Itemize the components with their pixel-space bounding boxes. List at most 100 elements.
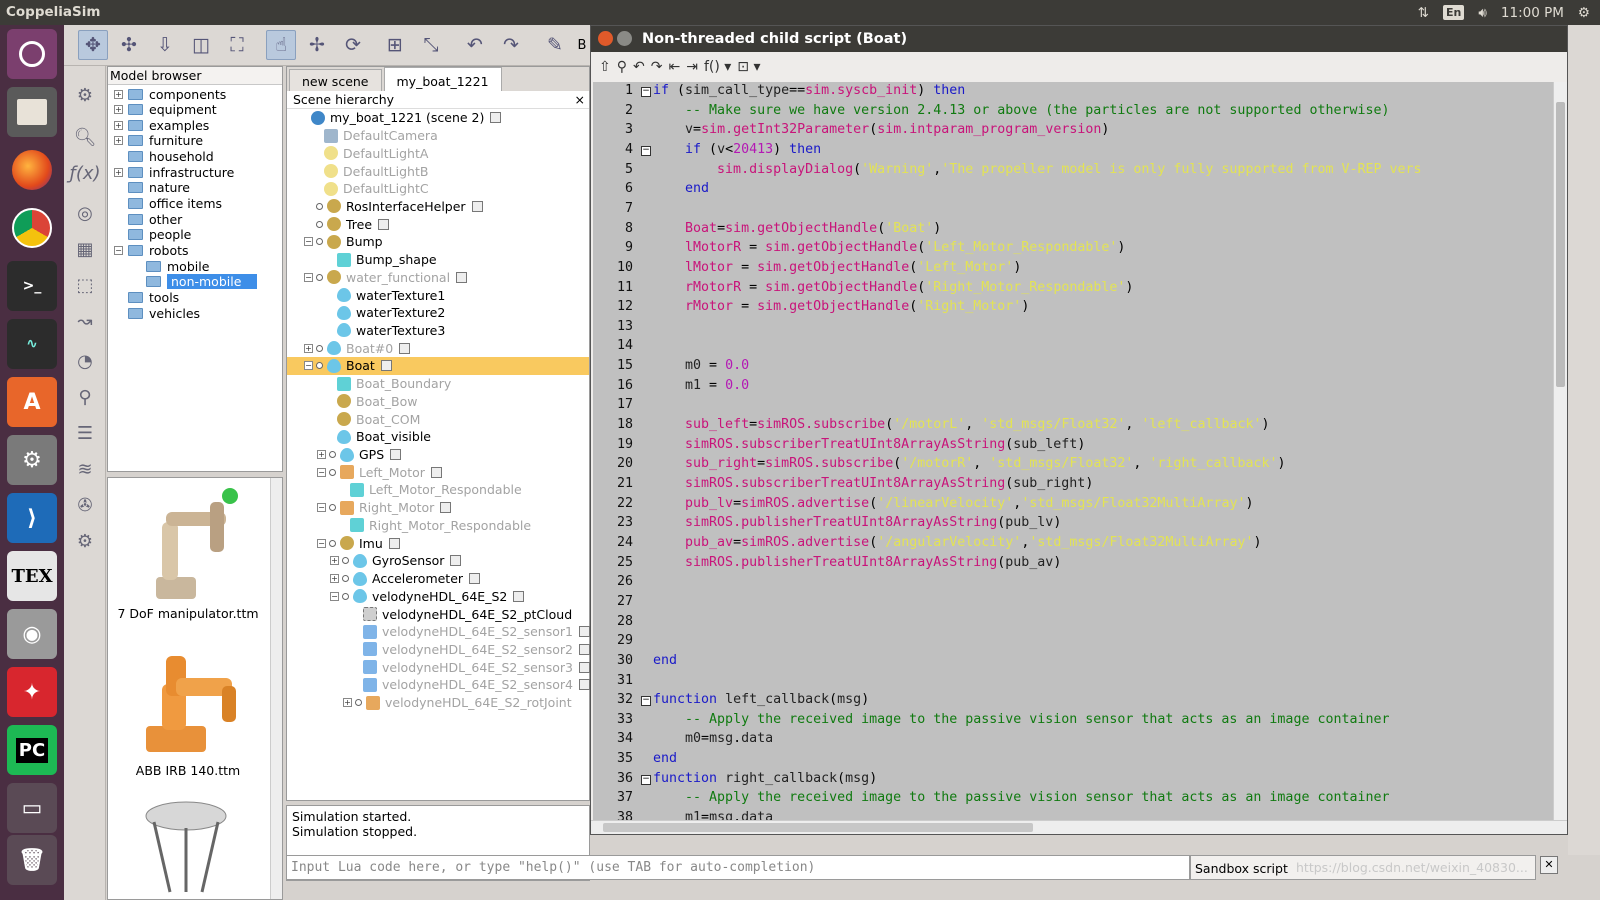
object-shift-icon[interactable]: ✢	[302, 30, 332, 60]
scene-object-row[interactable]: waterTexture1	[287, 286, 445, 304]
collapse-icon[interactable]: −	[304, 237, 313, 247]
expand-icon[interactable]: +	[114, 136, 123, 146]
system-monitor-icon[interactable]: ∿	[7, 319, 57, 369]
model-browser-item[interactable]: tools	[114, 289, 179, 305]
function-icon[interactable]: ƒ(x)	[69, 158, 100, 188]
scene-object-row[interactable]: − Left_Motor	[287, 463, 442, 481]
model-browser-item[interactable]: office items	[114, 196, 222, 212]
scene-object-row[interactable]: DefaultLightB	[287, 162, 428, 180]
dance-app-icon[interactable]: ✦	[7, 667, 57, 717]
scene-object-row[interactable]: + GPS	[287, 446, 402, 464]
visibility-dot-icon[interactable]	[329, 504, 336, 512]
collapse-icon[interactable]: −	[317, 538, 326, 548]
vscode-icon[interactable]: ⟩	[7, 493, 57, 543]
code-area[interactable]: 1−2 3 4−5 6 7 8 9 10 11 12 13 14 15 16 17 18 19 20 21 22 23 2…	[593, 82, 1565, 822]
scene-object-row[interactable]: + Boat#0	[287, 339, 411, 357]
visibility-dot-icon[interactable]	[329, 468, 336, 476]
model-browser-item[interactable]: household	[114, 149, 214, 165]
script-icon[interactable]	[430, 466, 442, 478]
simulation-settings-gear-icon[interactable]: ⚙	[70, 80, 100, 110]
user-settings-icon[interactable]: ⚙	[70, 526, 100, 556]
expand-icon[interactable]: +	[304, 343, 313, 353]
shape-edit-icon[interactable]: ⬚	[70, 270, 100, 300]
thumbnails-scrollbar[interactable]	[270, 478, 282, 899]
script-icon[interactable]	[388, 537, 400, 549]
scene-object-row[interactable]: velodyneHDL_64E_S2_sensor4	[287, 676, 590, 694]
film-icon[interactable]: ✇	[70, 490, 100, 520]
trash-icon[interactable]: 🗑︎	[7, 835, 57, 885]
model-browser-item[interactable]: mobile	[146, 258, 209, 274]
script-icon[interactable]	[578, 661, 590, 673]
indent-icon[interactable]: ⇥	[686, 59, 698, 75]
expand-icon[interactable]: +	[114, 89, 123, 99]
script-icon[interactable]	[390, 449, 402, 461]
scene-object-row[interactable]: waterTexture3	[287, 322, 445, 340]
calculation-icon[interactable]: ▦	[70, 234, 100, 264]
scene-object-row[interactable]: DefaultLightC	[287, 180, 429, 198]
collapse-icon[interactable]: −	[317, 503, 326, 513]
fit-to-view-icon[interactable]: ⛶	[222, 30, 252, 60]
chrome-icon[interactable]	[7, 203, 57, 253]
toolbar-truncated-button[interactable]: B	[572, 30, 592, 60]
scene-object-row[interactable]: DefaultCamera	[287, 127, 438, 145]
scene-object-row[interactable]: velodyneHDL_64E_S2_sensor3	[287, 658, 590, 676]
model-browser-item[interactable]: non-mobile	[146, 274, 258, 290]
scene-object-row[interactable]: waterTexture2	[287, 304, 445, 322]
window-close-icon[interactable]	[598, 31, 613, 46]
function-list-menu[interactable]: f() ▾	[704, 59, 731, 75]
scene-object-row[interactable]: − velodyneHDL_64E_S2	[287, 587, 525, 605]
software-center-icon[interactable]: A	[7, 377, 57, 427]
keyboard-layout[interactable]: En	[1443, 5, 1465, 20]
scene-object-row[interactable]: − water_functional	[287, 268, 468, 286]
script-icon[interactable]	[456, 271, 468, 283]
sandbox-script-select[interactable]: Sandbox script https://blog.csdn.net/wei…	[1190, 855, 1536, 880]
script-icon[interactable]	[490, 112, 502, 124]
shift-camera-icon[interactable]: ⇩	[150, 30, 180, 60]
script-icon[interactable]	[578, 679, 590, 691]
rotate-camera-icon[interactable]: ✣	[114, 30, 144, 60]
transfer-dna-icon[interactable]: ⤡	[416, 30, 446, 60]
collapse-icon[interactable]: −	[304, 272, 313, 282]
model-browser-item[interactable]: + examples	[114, 117, 209, 133]
move-camera-icon[interactable]: ✥	[78, 30, 108, 60]
scene-object-row[interactable]: velodyneHDL_64E_S2_ptCloud	[287, 605, 572, 623]
network-icon[interactable]: ⇅	[1418, 5, 1429, 21]
scene-object-row[interactable]: Right_Motor_Respondable	[287, 517, 531, 535]
visibility-dot-icon[interactable]	[316, 273, 323, 281]
abb-irb140-thumbnail[interactable]	[126, 634, 246, 759]
model-browser-item[interactable]: + equipment	[114, 102, 217, 118]
tab-new-scene[interactable]: new scene	[289, 69, 382, 91]
redo-icon[interactable]: ↷	[496, 30, 526, 60]
scene-object-row[interactable]: − Bump	[287, 233, 383, 251]
scene-object-row[interactable]: + velodyneHDL_64E_S2_rotJoint	[287, 694, 572, 712]
manipulator-7dof-thumbnail[interactable]	[126, 482, 246, 607]
visibility-dot-icon[interactable]	[316, 344, 323, 352]
visibility-dot-icon[interactable]	[316, 220, 323, 228]
model-browser-item[interactable]: + components	[114, 86, 226, 102]
scene-object-row[interactable]: + GyroSensor	[287, 552, 462, 570]
visibility-dot-icon[interactable]	[316, 202, 323, 210]
camera-angle-icon[interactable]: ◫	[186, 30, 216, 60]
editor-horizontal-scrollbar[interactable]	[591, 820, 1567, 834]
script-icon[interactable]	[380, 360, 392, 372]
ubuntu-icon[interactable]	[7, 29, 57, 79]
fold-icon[interactable]: −	[641, 145, 651, 156]
workspaces-icon[interactable]: ▭	[7, 783, 57, 833]
collapse-icon[interactable]: −	[317, 467, 326, 477]
model-browser-item[interactable]: nature	[114, 180, 190, 196]
scene-object-row[interactable]: − Imu	[287, 534, 400, 552]
volume-icon[interactable]: 🔊︎	[1478, 5, 1487, 21]
scene-object-row[interactable]: Boat_visible	[287, 428, 431, 446]
model-browser-toggle-icon[interactable]: ⚲	[70, 382, 100, 412]
system-settings-icon[interactable]: ⚙	[7, 435, 57, 485]
redo-icon[interactable]: ↷	[651, 59, 663, 75]
expand-icon[interactable]: +	[330, 556, 339, 566]
path-icon[interactable]: ↝	[70, 306, 100, 336]
fold-icon[interactable]: −	[641, 774, 651, 785]
visibility-dot-icon[interactable]	[342, 575, 349, 583]
terminal-icon[interactable]: >_	[7, 261, 57, 311]
selection-icon[interactable]: ◔	[70, 346, 100, 376]
lua-command-input[interactable]: Input Lua code here, or type "help()" (u…	[286, 855, 1190, 880]
scene-object-row[interactable]: Boat_Boundary	[287, 375, 451, 393]
script-icon[interactable]	[399, 342, 411, 354]
